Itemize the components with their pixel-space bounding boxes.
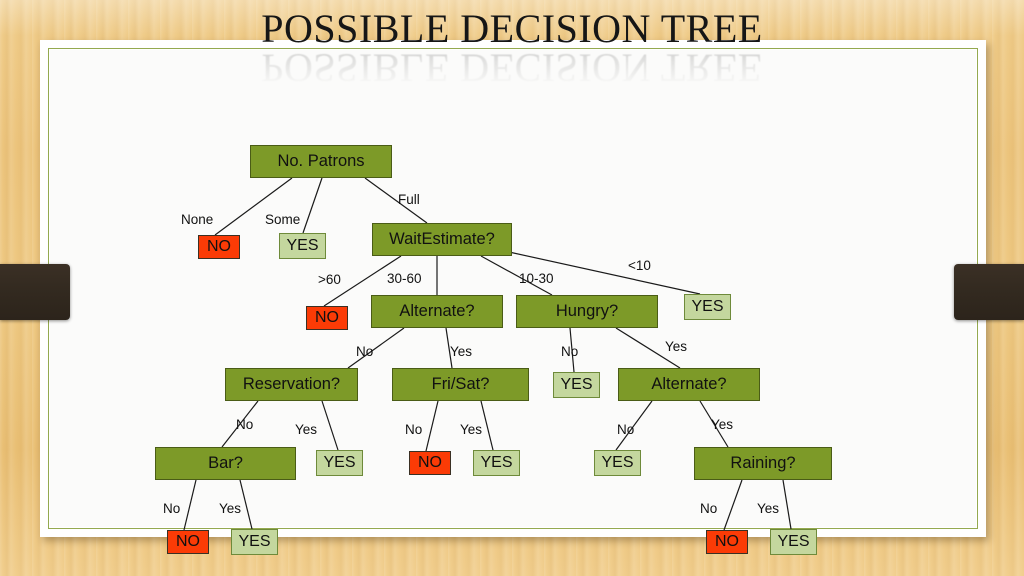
edge-label-yes: Yes <box>757 501 780 516</box>
edge-label-no: No <box>617 422 635 437</box>
tree-edge <box>302 177 323 234</box>
edge-label-full: Full <box>398 192 420 207</box>
tree-node-yes7[interactable]: YES <box>231 529 278 555</box>
tree-node-yes1[interactable]: YES <box>279 233 326 259</box>
edge-label-no: No <box>700 501 718 516</box>
edge-label-yes: Yes <box>450 344 473 359</box>
tree-node-alt2[interactable]: Alternate? <box>618 368 760 401</box>
tree-node-yes6[interactable]: YES <box>594 450 641 476</box>
edge-label-yes: Yes <box>711 417 734 432</box>
tree-node-yes8[interactable]: YES <box>770 529 817 555</box>
edge-label-60: >60 <box>318 272 341 287</box>
binder-clip-right-icon <box>954 264 1024 320</box>
tree-node-no5[interactable]: NO <box>706 530 748 554</box>
edge-label-yes: Yes <box>219 501 242 516</box>
edge-label-yes: Yes <box>665 339 688 354</box>
tree-edge <box>782 479 792 530</box>
edge-label-10: <10 <box>628 258 651 273</box>
tree-node-yes5[interactable]: YES <box>473 450 520 476</box>
tree-node-no2[interactable]: NO <box>306 306 348 330</box>
tree-node-hungry[interactable]: Hungry? <box>516 295 658 328</box>
tree-edges <box>183 177 792 531</box>
edge-label-10-30: 10-30 <box>519 271 554 286</box>
tree-edge <box>723 479 743 531</box>
tree-node-patrons[interactable]: No. Patrons <box>250 145 392 178</box>
edge-label-no: No <box>236 417 254 432</box>
tree-edge <box>425 400 439 452</box>
tree-edge <box>321 400 339 451</box>
tree-edge <box>480 400 494 451</box>
edge-label-no: No <box>163 501 181 516</box>
edge-label-no: No <box>356 344 374 359</box>
tree-node-yes2[interactable]: YES <box>684 294 731 320</box>
tree-node-alt1[interactable]: Alternate? <box>371 295 503 328</box>
tree-node-wait[interactable]: WaitEstimate? <box>372 223 512 256</box>
binder-clip-left-icon <box>0 264 70 320</box>
edge-label-yes: Yes <box>460 422 483 437</box>
tree-edge <box>183 479 197 531</box>
tree-node-yes4[interactable]: YES <box>316 450 363 476</box>
edge-label-no: No <box>561 344 579 359</box>
edge-label-30-60: 30-60 <box>387 271 422 286</box>
tree-node-yes3[interactable]: YES <box>553 372 600 398</box>
tree-node-no1[interactable]: NO <box>198 235 240 259</box>
slide-stage: POSSIBLE DECISION TREE POSSIBLE DECISION… <box>0 0 1024 576</box>
tree-node-bar[interactable]: Bar? <box>155 447 296 480</box>
edge-label-no: No <box>405 422 423 437</box>
tree-node-no4[interactable]: NO <box>167 530 209 554</box>
edge-label-some: Some <box>265 212 301 227</box>
tree-node-frisat[interactable]: Fri/Sat? <box>392 368 529 401</box>
decision-tree: None Some Full >60 30-60 10-30 <10 No Yes No Yes No… <box>0 0 1024 576</box>
tree-node-reservation[interactable]: Reservation? <box>225 368 358 401</box>
tree-edge <box>239 479 253 530</box>
edge-label-none: None <box>181 212 214 227</box>
edge-label-yes: Yes <box>295 422 318 437</box>
tree-node-no3[interactable]: NO <box>409 451 451 475</box>
tree-node-raining[interactable]: Raining? <box>694 447 832 480</box>
